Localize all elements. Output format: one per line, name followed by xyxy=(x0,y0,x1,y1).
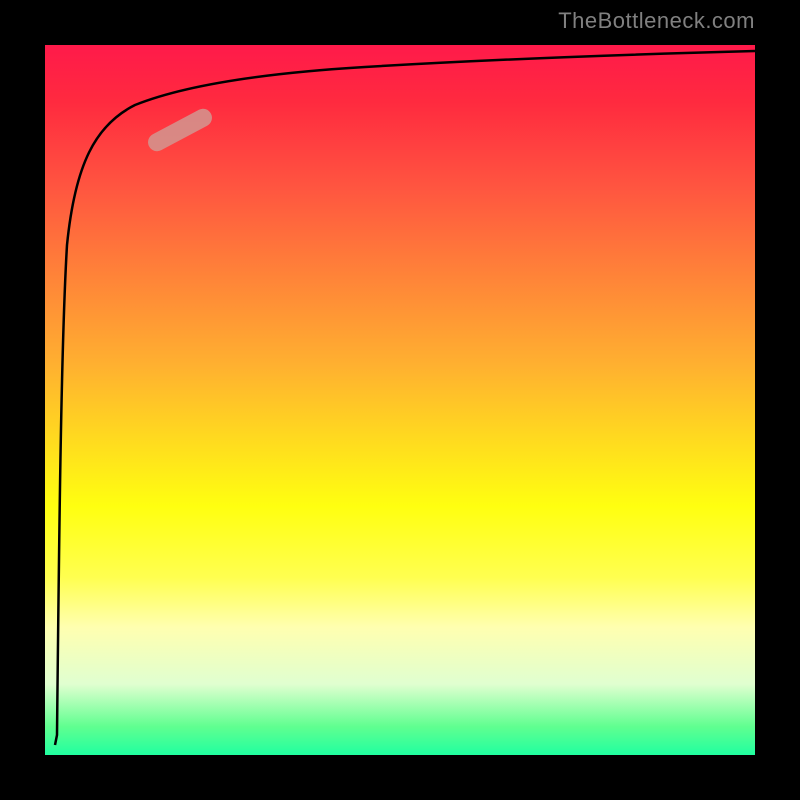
watermark-label: TheBottleneck.com xyxy=(558,8,755,34)
gradient-plot-area xyxy=(45,45,755,755)
